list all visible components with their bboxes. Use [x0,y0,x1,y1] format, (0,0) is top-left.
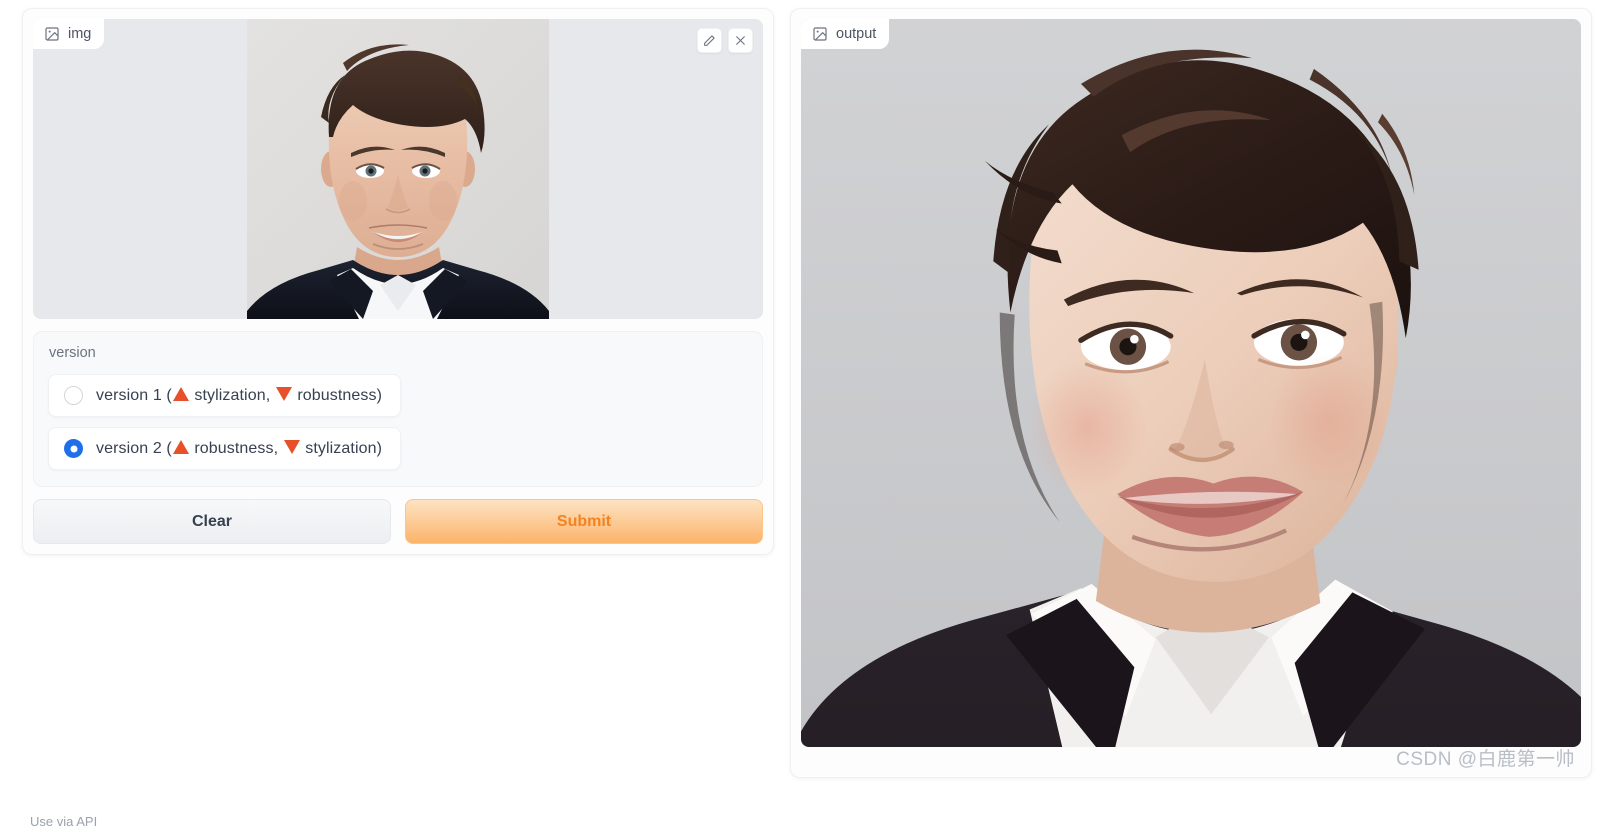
image-icon [44,26,60,42]
v1-suffix: robustness) [292,386,383,404]
version-group-label: version [49,345,96,361]
red-triangle-down-icon [283,439,300,454]
action-buttons: Clear Submit [33,499,763,544]
gradio-app: img version version 1 (stylization, rob… [0,0,1614,826]
footer-links[interactable]: Use via API [30,816,97,826]
image-tool-buttons [697,28,753,53]
image-icon [812,26,828,42]
input-photo-wrap [33,19,763,319]
radio-indicator-version-2[interactable] [64,439,83,458]
radio-label-version-1: version 1 ( stylization, robustness) [96,386,383,405]
input-image-block[interactable]: img [33,19,763,319]
edit-icon [703,34,716,47]
input-image-label-text: img [68,26,92,42]
output-image-label: output [801,19,890,49]
close-icon [734,34,747,47]
input-photo [247,19,549,319]
left-column: img version version 1 (stylization, rob… [22,8,774,826]
red-triangle-down-icon [275,386,292,401]
output-panel: output CSDN @白鹿第一帅 [790,8,1592,778]
radio-label-version-2: version 2 ( robustness, stylization) [96,439,383,458]
watermark: CSDN @白鹿第一帅 [1396,749,1575,770]
red-triangle-up-icon [172,386,189,401]
radio-option-version-2[interactable]: version 2 ( robustness, stylization) [48,427,402,470]
v2-mid: robustness, [189,439,283,457]
right-column: output CSDN @白鹿第一帅 [790,8,1592,826]
footer-link-text[interactable]: Use via API [30,816,97,826]
v2-suffix: stylization) [300,439,383,457]
radio-indicator-version-1[interactable] [64,386,83,405]
edit-button[interactable] [697,28,722,53]
output-image-block[interactable]: output [801,19,1581,747]
input-image-label: img [33,19,105,49]
input-panel: img version version 1 (stylization, rob… [22,8,774,555]
submit-button[interactable]: Submit [405,499,763,544]
radio-option-version-1[interactable]: version 1 ( stylization, robustness) [48,374,402,417]
v1-prefix: version 1 ( [96,386,172,404]
close-button[interactable] [728,28,753,53]
output-image-label-text: output [836,26,877,42]
v1-mid: stylization, [189,386,275,404]
version-group: version version 1 ( stylization, robustn… [33,331,763,487]
red-triangle-up-icon [172,439,189,454]
output-photo [801,19,1581,747]
clear-button[interactable]: Clear [33,499,391,544]
v2-prefix: version 2 ( [96,439,172,457]
